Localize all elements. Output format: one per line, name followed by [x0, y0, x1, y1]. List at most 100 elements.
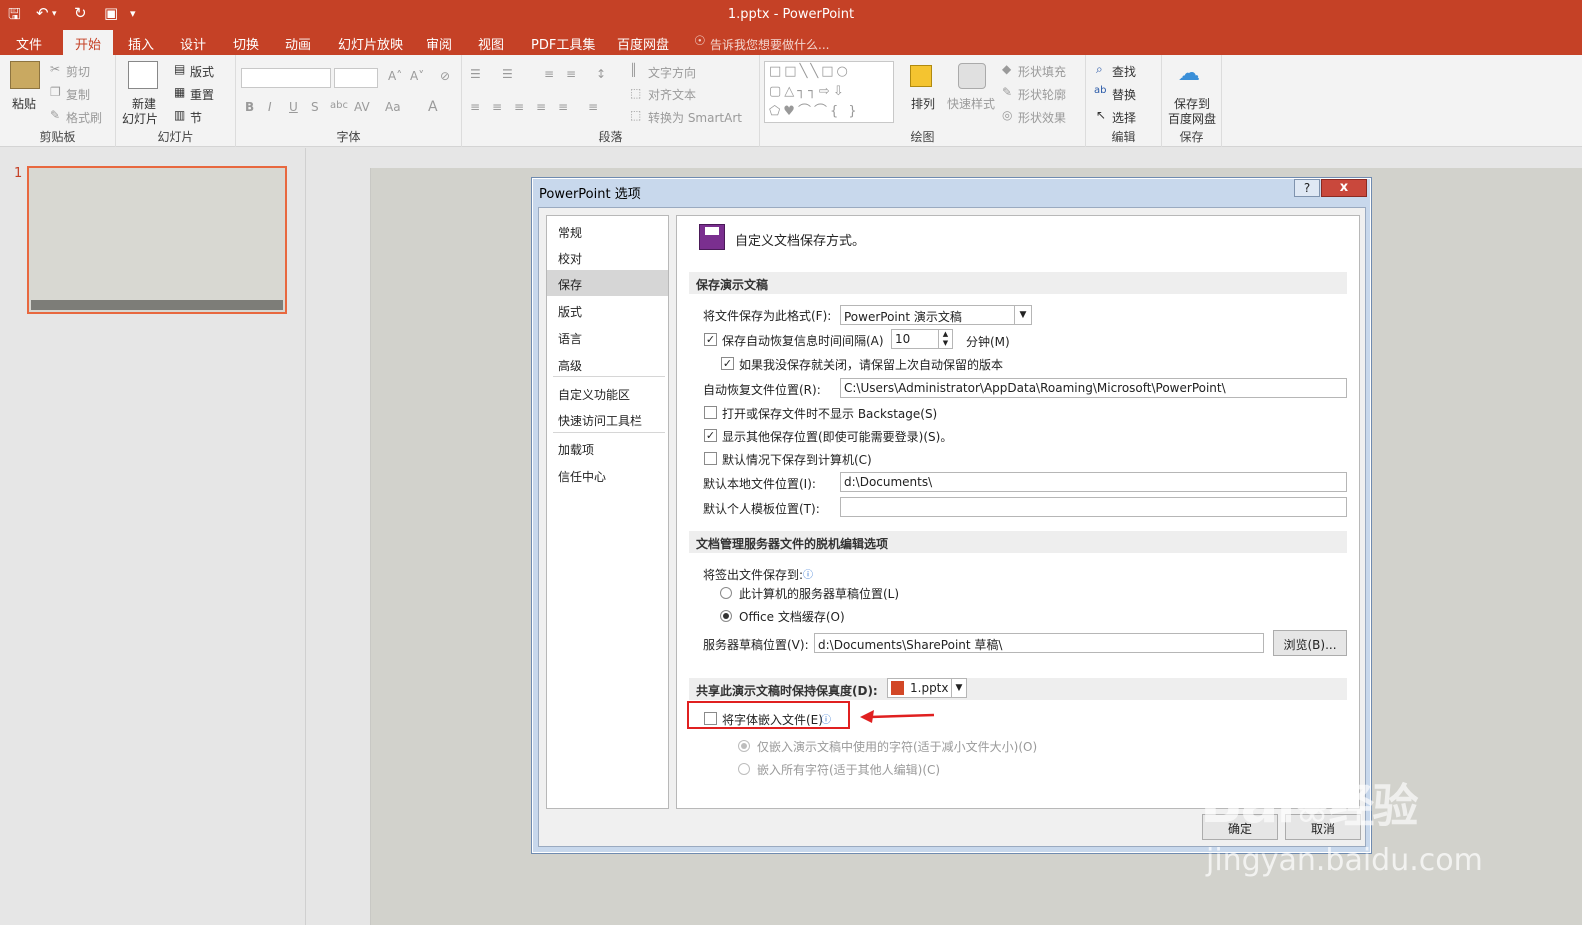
nav-proofing[interactable]: 校对: [547, 244, 668, 270]
clear-format-icon[interactable]: ⊘: [440, 69, 450, 83]
bullets-icon[interactable]: ☰: [470, 67, 481, 81]
shape-fill-button[interactable]: 形状填充: [1018, 63, 1066, 80]
tab-transitions[interactable]: 切换: [233, 34, 259, 53]
format-painter-button[interactable]: 格式刷: [66, 109, 102, 126]
nav-advanced[interactable]: 高级: [547, 351, 668, 377]
paw-icon: ❀: [1293, 782, 1331, 833]
keep-last-checkbox[interactable]: ✓: [721, 357, 734, 370]
embed-used-radio[interactable]: [738, 740, 750, 752]
nav-general[interactable]: 常规: [547, 218, 668, 244]
autorecover-minutes-input[interactable]: 10 ▲ ▼: [891, 329, 953, 349]
group-paragraph: ☰ ☰ ≡ ≡ ↕ ║ 文字方向 ⬚ 对齐文本 ⬚ 转换为 SmartArt ≡…: [462, 55, 760, 147]
autorecover-checkbox[interactable]: ✓: [704, 333, 717, 346]
strikethrough-button[interactable]: abc: [330, 100, 348, 111]
line-spacing-icon[interactable]: ↕: [596, 67, 606, 81]
shape-outline-button[interactable]: 形状轮廓: [1018, 86, 1066, 103]
find-button[interactable]: 查找: [1112, 63, 1136, 80]
cut-button[interactable]: 剪切: [66, 63, 90, 80]
dropdown-arrow-icon: ▼: [1014, 306, 1031, 324]
nav-quick-access[interactable]: 快速访问工具栏: [547, 406, 668, 432]
nav-trust-center[interactable]: 信任中心: [547, 462, 668, 488]
arrange-icon[interactable]: [910, 65, 932, 87]
tab-pdf[interactable]: PDF工具集: [531, 34, 595, 53]
font-size-combo[interactable]: [334, 68, 378, 88]
underline-button[interactable]: U: [289, 100, 298, 114]
browse-button[interactable]: 浏览(B)...: [1273, 630, 1347, 656]
nav-customize-ribbon[interactable]: 自定义功能区: [547, 380, 668, 406]
new-slide-icon[interactable]: [128, 61, 158, 89]
template-location-input[interactable]: [840, 497, 1347, 517]
shrink-font-icon[interactable]: A˅: [410, 69, 424, 83]
layout-button[interactable]: 版式: [190, 63, 214, 80]
distribute-icon[interactable]: ≡: [558, 100, 568, 114]
new-slide-button-2[interactable]: 幻灯片: [122, 110, 158, 127]
nav-addins[interactable]: 加载项: [547, 435, 668, 461]
tab-animations[interactable]: 动画: [285, 34, 311, 53]
tab-insert[interactable]: 插入: [128, 34, 154, 53]
local-location-label: 默认本地文件位置(I):: [703, 477, 816, 491]
tell-me-input[interactable]: 告诉我您想要做什么...: [710, 36, 829, 53]
paste-button[interactable]: 粘贴: [12, 95, 36, 112]
no-backstage-checkbox[interactable]: [704, 406, 717, 419]
format-select[interactable]: PowerPoint 演示文稿 ▼: [840, 305, 1032, 325]
font-color-icon[interactable]: A: [428, 99, 438, 115]
close-button[interactable]: x: [1321, 179, 1367, 197]
tab-file[interactable]: 文件: [16, 34, 42, 53]
reset-button[interactable]: 重置: [190, 86, 214, 103]
section-button[interactable]: 节: [190, 109, 202, 126]
help-button[interactable]: ?: [1294, 179, 1320, 197]
copy-button[interactable]: 复制: [66, 86, 90, 103]
italic-button[interactable]: I: [268, 100, 272, 114]
nav-save[interactable]: 保存: [547, 270, 668, 296]
office-cache-radio[interactable]: [720, 610, 732, 622]
select-button[interactable]: 选择: [1112, 109, 1136, 126]
align-center-icon[interactable]: ≡: [492, 100, 502, 114]
numbering-icon[interactable]: ☰: [502, 67, 513, 81]
tab-slideshow[interactable]: 幻灯片放映: [338, 34, 403, 53]
arrange-button[interactable]: 排列: [911, 95, 935, 112]
embed-all-radio[interactable]: [738, 763, 750, 775]
show-other-locations-checkbox[interactable]: ✓: [704, 429, 717, 442]
paste-icon[interactable]: [10, 61, 40, 89]
tab-review[interactable]: 审阅: [426, 34, 452, 53]
justify-icon[interactable]: ≡: [536, 100, 546, 114]
smartart-button[interactable]: 转换为 SmartArt: [648, 109, 742, 126]
tab-home[interactable]: 开始: [63, 30, 114, 55]
shadow-button[interactable]: S: [311, 100, 319, 114]
local-location-input[interactable]: d:\Documents\: [840, 472, 1347, 492]
columns-icon[interactable]: ≡: [588, 100, 598, 114]
char-spacing-button[interactable]: AV: [354, 100, 370, 114]
align-left-icon[interactable]: ≡: [470, 100, 480, 114]
quick-styles-button[interactable]: 快速样式: [947, 95, 995, 112]
section-fidelity: 共享此演示文稿时保持保真度(D):: [689, 678, 1347, 700]
bold-button[interactable]: B: [245, 100, 254, 114]
tab-design[interactable]: 设计: [180, 34, 206, 53]
indent-dec-icon[interactable]: ≡: [544, 67, 554, 81]
replace-button[interactable]: 替换: [1112, 86, 1136, 103]
nav-language[interactable]: 语言: [547, 324, 668, 350]
align-right-icon[interactable]: ≡: [514, 100, 524, 114]
group-editing: ⌕ 查找 ab 替换 ↖ 选择 编辑: [1086, 55, 1162, 147]
change-case-button[interactable]: Aa: [385, 100, 401, 114]
tab-baidu[interactable]: 百度网盘: [617, 34, 669, 53]
spinner-icon[interactable]: ▲ ▼: [938, 330, 952, 348]
shape-effects-button[interactable]: 形状效果: [1018, 109, 1066, 126]
font-name-combo[interactable]: [241, 68, 331, 88]
drafts-location-input[interactable]: d:\Documents\SharePoint 草稿\: [814, 633, 1264, 653]
nav-layout[interactable]: 版式: [547, 297, 668, 323]
grow-font-icon[interactable]: A˄: [388, 69, 402, 83]
baidu-cloud-icon[interactable]: ☁: [1178, 61, 1200, 86]
align-text-button[interactable]: 对齐文本: [648, 86, 696, 103]
tab-view[interactable]: 视图: [478, 34, 504, 53]
indent-inc-icon[interactable]: ≡: [566, 67, 576, 81]
shapes-gallery[interactable]: □□╲╲□○ ▢△┐┐⇨⇩ ⬠♥⌒⌒{ }: [764, 61, 894, 123]
share-file-select[interactable]: 1.pptx ▼: [887, 678, 967, 698]
save-to-computer-checkbox[interactable]: [704, 452, 717, 465]
slide-thumbnail[interactable]: [27, 166, 287, 314]
autorecover-location-input[interactable]: C:\Users\Administrator\AppData\Roaming\M…: [840, 378, 1347, 398]
show-other-locations-label: 显示其他保存位置(即使可能需要登录)(S)。: [722, 430, 953, 444]
text-direction-button[interactable]: 文字方向: [648, 64, 696, 81]
server-drafts-radio[interactable]: [720, 587, 732, 599]
save-to-baidu-button-2[interactable]: 百度网盘: [1168, 110, 1216, 127]
quick-styles-icon[interactable]: [958, 63, 986, 89]
